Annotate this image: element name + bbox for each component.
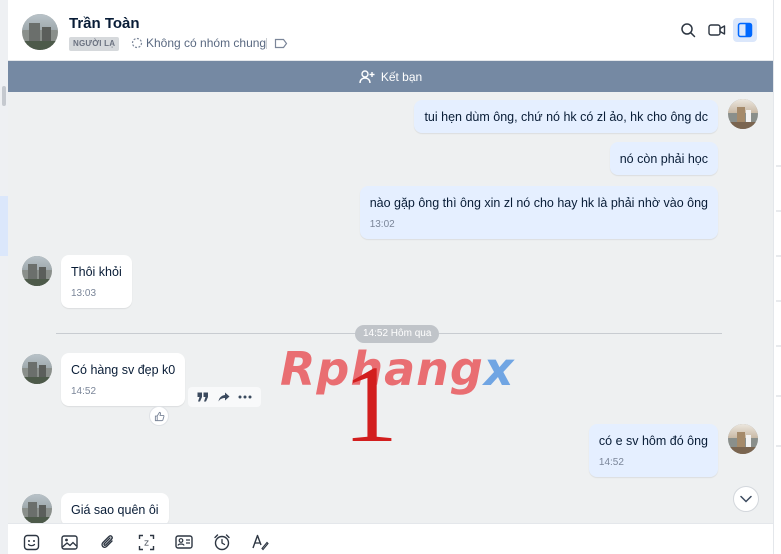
contact-avatar[interactable] <box>22 256 52 286</box>
sidebar-toggle-icon <box>737 22 753 38</box>
watermark-overlay-number: 1 <box>343 343 398 465</box>
scrollbar-thumb[interactable] <box>2 86 6 106</box>
message-actions <box>188 387 261 407</box>
reminder-button[interactable] <box>212 532 232 552</box>
conversation-list-edge <box>0 0 8 554</box>
message-text: có e sv hôm đó ông <box>598 434 708 448</box>
message-time: 13:02 <box>369 219 395 230</box>
search-button[interactable] <box>676 18 700 42</box>
tag-icon[interactable] <box>274 38 288 49</box>
group-info[interactable]: Không có nhóm chung <box>131 36 266 50</box>
message-bubble-received[interactable]: Giá sao quên ôi <box>61 493 169 523</box>
my-avatar[interactable] <box>728 99 758 129</box>
message-bubble-sent[interactable]: có e sv hôm đó ông 14:52 <box>588 424 718 477</box>
search-icon <box>681 23 696 38</box>
video-call-icon <box>708 24 726 36</box>
sticker-icon <box>23 534 39 550</box>
contact-avatar[interactable] <box>22 354 52 384</box>
message-text: Có hàng sv đẹp k0 <box>71 363 176 377</box>
chevron-down-icon <box>740 495 752 503</box>
sidebar-toggle-button[interactable] <box>733 18 757 42</box>
contact-avatar[interactable] <box>22 494 52 523</box>
message-bubble-sent[interactable]: nào gặp ông thì ông xin zl nó cho hay hk… <box>359 186 718 239</box>
like-icon <box>154 411 164 421</box>
chat-window: Trần Toàn NGƯỜI LẠ Không có nhóm chung K… <box>0 0 781 554</box>
scroll-to-bottom-button[interactable] <box>733 486 759 512</box>
message-time: 14:52 <box>598 457 624 468</box>
message-time: 13:03 <box>71 288 97 299</box>
message-bubble-received[interactable]: Thôi khỏi 13:03 <box>61 255 132 308</box>
chat-header: Trần Toàn NGƯỜI LẠ Không có nhóm chung <box>8 0 773 61</box>
attachment-button[interactable] <box>97 532 117 552</box>
date-divider-label: 14:52 Hôm qua <box>355 325 440 343</box>
image-button[interactable] <box>59 532 79 552</box>
sticker-button[interactable] <box>21 532 41 552</box>
message-text: Giá sao quên ôi <box>71 503 159 517</box>
group-info-label: Không có nhóm chung <box>146 36 267 50</box>
image-icon <box>60 534 78 550</box>
quote-icon[interactable] <box>197 392 209 402</box>
message-list[interactable]: tui hẹn dùm ông, chứ nó hk có zl ảo, hk … <box>8 92 773 523</box>
format-text-icon <box>252 534 269 551</box>
add-friend-bar[interactable]: Kết bạn <box>8 61 773 92</box>
watermark-accent: x <box>483 342 515 396</box>
format-text-button[interactable] <box>250 532 270 552</box>
share-icon[interactable] <box>218 392 230 402</box>
my-avatar[interactable] <box>728 424 758 454</box>
reminder-icon <box>214 534 230 551</box>
message-text: tui hẹn dùm ông, chứ nó hk có zl ảo, hk … <box>424 110 708 124</box>
svg-text:Z: Z <box>144 539 149 547</box>
attachment-icon <box>101 535 113 548</box>
right-panel-edge <box>773 0 781 554</box>
more-icon[interactable] <box>238 395 252 399</box>
message-text: nó còn phải học <box>619 152 708 166</box>
contact-card-button[interactable] <box>174 532 194 552</box>
add-user-icon <box>359 69 375 83</box>
divider <box>266 38 267 49</box>
message-time: 14:52 <box>71 386 97 397</box>
group-dashed-icon <box>131 37 143 49</box>
screenshot-button[interactable]: Z <box>136 532 156 552</box>
screenshot-icon: Z <box>138 534 154 550</box>
contact-name[interactable]: Trần Toàn <box>69 15 140 32</box>
contact-card-icon <box>175 535 193 549</box>
message-bubble-sent[interactable]: tui hẹn dùm ông, chứ nó hk có zl ảo, hk … <box>414 100 718 133</box>
composer-toolbar: Z <box>8 523 773 554</box>
stranger-badge: NGƯỜI LẠ <box>69 37 120 51</box>
avatar[interactable] <box>22 14 58 50</box>
message-text: nào gặp ông thì ông xin zl nó cho hay hk… <box>369 196 708 210</box>
video-call-button[interactable] <box>705 18 729 42</box>
message-bubble-received[interactable]: Có hàng sv đẹp k0 14:52 <box>61 353 186 406</box>
selected-conversation-edge <box>0 196 8 256</box>
react-button[interactable] <box>149 406 169 426</box>
add-friend-label: Kết bạn <box>380 69 423 84</box>
message-text: Thôi khỏi <box>71 265 122 279</box>
message-bubble-sent[interactable]: nó còn phải học <box>609 142 718 175</box>
